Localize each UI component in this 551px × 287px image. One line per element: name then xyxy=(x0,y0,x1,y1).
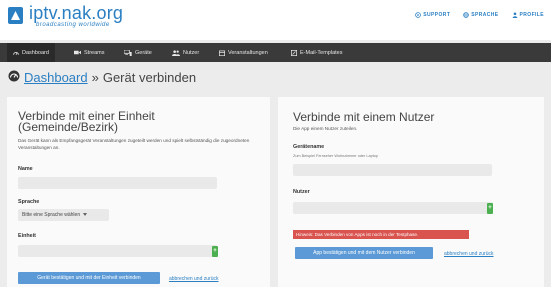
chevron-down-icon xyxy=(83,212,88,218)
logo-tagline: broadcasting worldwide xyxy=(36,22,110,28)
user-add-button[interactable]: + xyxy=(487,203,493,214)
nav-devices-label: Geräte xyxy=(135,49,152,56)
test-phase-alert: Hinweis: Das Verbinden von Apps ist noch… xyxy=(293,230,469,239)
nav-dashboard[interactable]: Dashboard xyxy=(7,43,55,62)
breadcrumb-separator: » xyxy=(91,70,99,85)
unit-input[interactable] xyxy=(18,245,217,257)
nav-streams-label: Streams xyxy=(84,49,105,56)
user-label: Nutzer xyxy=(293,189,310,195)
language-select-value: Bitte eine Sprache wählen xyxy=(22,212,81,218)
device-name-hint: Zum Beispiel Fernseher Wohnzimmer oder L… xyxy=(293,154,378,158)
nav-streams[interactable]: Streams xyxy=(74,43,104,62)
nav-email-templates[interactable]: E-Mail-Templates xyxy=(291,43,342,62)
logo-text: iptv.nak.org xyxy=(29,3,124,23)
users-icon xyxy=(172,49,180,56)
cancel-unit-link[interactable]: abbrechen und zurück xyxy=(169,276,218,282)
user-icon xyxy=(512,12,518,18)
globe-icon xyxy=(463,12,470,18)
name-label: Name xyxy=(18,166,33,172)
breadcrumb-dashboard-link[interactable]: Dashboard xyxy=(24,70,88,85)
topnav-support[interactable]: SUPPORT xyxy=(415,12,450,18)
user-input[interactable] xyxy=(293,202,493,214)
nav-events-label: Veranstaltungen xyxy=(228,49,268,56)
breadcrumb-current: Gerät verbinden xyxy=(102,70,197,85)
unit-add-button[interactable]: + xyxy=(212,246,218,257)
nav-users-label: Nutzer xyxy=(183,49,200,56)
top-bar: iptv.nak.org broadcasting worldwide SUPP… xyxy=(0,0,551,40)
nav-dashboard-label: Dashboard xyxy=(22,49,49,56)
video-camera-icon xyxy=(74,50,81,55)
help-circle-icon xyxy=(415,12,422,18)
nav-users[interactable]: Nutzer xyxy=(172,43,199,62)
email-template-icon xyxy=(291,49,297,56)
device-name-label: Gerätename xyxy=(293,144,325,150)
device-name-input[interactable] xyxy=(293,164,492,176)
nav-email-templates-label: E-Mail-Templates xyxy=(300,49,343,56)
topnav-support-label: SUPPORT xyxy=(423,12,451,18)
dashboard-breadcrumb-icon xyxy=(8,70,20,85)
topnav-profile-label: PROFILE xyxy=(519,12,544,18)
logo-icon xyxy=(8,7,23,24)
confirm-user-button[interactable]: App bestätigen und mit dem Nutzer verbin… xyxy=(295,247,433,259)
language-select[interactable]: Bitte eine Sprache wählen xyxy=(18,209,109,221)
devices-icon xyxy=(124,49,132,56)
user-panel-description: Die App einem Nutzer zuteilen. xyxy=(293,126,358,131)
topnav-language-label: SPRACHE xyxy=(471,12,499,18)
top-nav: SUPPORT SPRACHE PROFILE xyxy=(415,12,544,18)
unit-connect-panel: Verbinde mit einer Einheit (Gemeinde/Bez… xyxy=(7,97,270,287)
breadcrumb: Dashboard » Gerät verbinden xyxy=(8,70,196,85)
unit-label: Einheit xyxy=(18,233,36,239)
unit-panel-title-line2: (Gemeinde/Bezirk) xyxy=(18,120,119,134)
cancel-user-link[interactable]: abbrechen und zurück xyxy=(444,251,493,257)
topnav-language[interactable]: SPRACHE xyxy=(463,12,498,18)
nav-devices[interactable]: Geräte xyxy=(124,43,152,62)
name-input[interactable] xyxy=(18,177,217,189)
language-label: Sprache xyxy=(18,199,40,205)
topnav-profile[interactable]: PROFILE xyxy=(512,12,544,18)
confirm-unit-button[interactable]: Gerät bestätigen und mit der Einheit ver… xyxy=(18,272,160,284)
main-nav: Dashboard Streams Geräte Nutzer Veransta… xyxy=(0,43,551,62)
dashboard-icon xyxy=(13,50,19,56)
nav-events[interactable]: Veranstaltungen xyxy=(219,43,268,62)
user-connect-panel: Verbinde mit einem Nutzer Die App einem … xyxy=(278,97,544,287)
user-panel-title: Verbinde mit einem Nutzer xyxy=(293,110,435,124)
calendar-icon xyxy=(219,50,225,56)
unit-panel-description: Das Gerät kann als Empfangsgerät Veranst… xyxy=(18,138,250,150)
